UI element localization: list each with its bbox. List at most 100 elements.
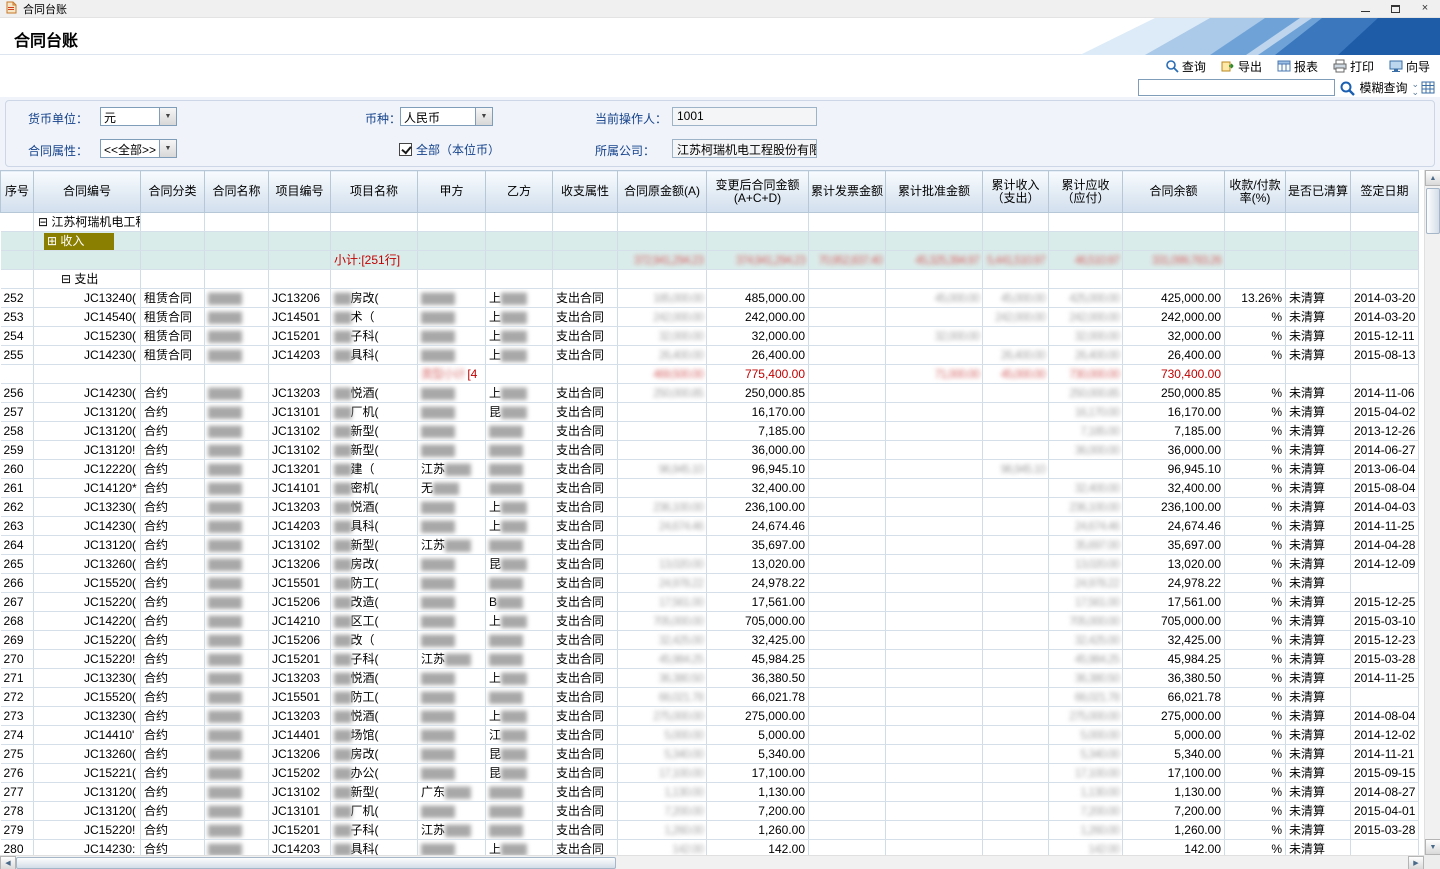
grid-cell[interactable]: ▇▇术（ [331, 308, 418, 327]
grid-cell[interactable] [141, 270, 205, 289]
grid-cell[interactable]: JC13260( [34, 745, 141, 764]
export-button[interactable]: 导出 [1221, 58, 1262, 75]
grid-cell[interactable]: ▇▇▇▇ [418, 764, 486, 783]
grid-cell[interactable] [886, 840, 983, 856]
table-row[interactable]: 265JC13260(合约▇▇▇▇JC13206▇▇房改(▇▇▇▇昆▇▇▇支出合… [1, 555, 1419, 574]
grid-cell[interactable]: ▇▇新型( [331, 536, 418, 555]
grid-cell[interactable] [983, 555, 1049, 574]
grid-cell[interactable]: 45,000.00 [983, 289, 1049, 308]
column-header[interactable]: 项目编号 [269, 171, 331, 213]
grid-cell[interactable]: 2013-06-04 [1351, 460, 1419, 479]
grid-cell[interactable]: % [1225, 707, 1286, 726]
grid-cell[interactable] [269, 232, 331, 251]
grid-cell[interactable]: 730,400.00 [1123, 365, 1225, 384]
grid-cell[interactable]: 支出合同 [553, 783, 618, 802]
grid-cell[interactable]: 合约 [141, 403, 205, 422]
grid-cell[interactable]: ▇▇▇▇ [418, 745, 486, 764]
grid-cell[interactable]: % [1225, 479, 1286, 498]
grid-cell[interactable]: 昆▇▇▇ [486, 745, 553, 764]
grid-cell[interactable] [983, 802, 1049, 821]
grid-cell[interactable] [886, 669, 983, 688]
grid-cell[interactable] [1286, 232, 1351, 251]
scroll-right-button[interactable]: ▶ [1408, 856, 1424, 869]
grid-cell[interactable] [1351, 270, 1419, 289]
grid-cell[interactable]: 24,674.46 [1123, 517, 1225, 536]
operator-field[interactable]: 1001 [672, 107, 817, 126]
grid-cell[interactable]: 昆▇▇▇ [486, 403, 553, 422]
grid-cell[interactable]: ▇▇子科( [331, 821, 418, 840]
grid-cell[interactable]: ▇▇▇▇ [205, 593, 269, 612]
grid-cell[interactable]: 支出合同 [553, 460, 618, 479]
grid-cell[interactable]: % [1225, 840, 1286, 856]
grid-cell[interactable] [1351, 232, 1419, 251]
table-row[interactable]: 253JC14540(租赁合同▇▇▇▇JC14501▇▇术（▇▇▇▇上▇▇▇支出… [1, 308, 1419, 327]
grid-cell[interactable] [983, 745, 1049, 764]
company-field[interactable]: 江苏柯瑞机电工程股份有限 [672, 139, 817, 158]
grid-cell[interactable] [618, 270, 707, 289]
grid-cell[interactable] [983, 479, 1049, 498]
grid-cell[interactable] [1225, 251, 1286, 270]
grid-cell[interactable]: % [1225, 688, 1286, 707]
table-row[interactable]: 小计:[251行]372,941,294.23374,941,294.2370,… [1, 251, 1419, 270]
grid-cell[interactable] [809, 745, 886, 764]
grid-cell[interactable]: 2015-09-15 [1351, 764, 1419, 783]
grid-cell[interactable]: 江苏▇▇▇ [418, 460, 486, 479]
grid-cell[interactable]: 支出合同 [553, 289, 618, 308]
grid-cell[interactable]: 242,000.00 [707, 308, 809, 327]
print-button[interactable]: 打印 [1333, 58, 1374, 75]
grid-cell[interactable]: 1,130.00 [707, 783, 809, 802]
grid-cell[interactable]: JC15201 [269, 821, 331, 840]
grid-cell[interactable] [983, 631, 1049, 650]
grid-cell[interactable]: 260 [1, 460, 34, 479]
grid-cell[interactable]: 合约 [141, 745, 205, 764]
grid-cell[interactable] [886, 745, 983, 764]
grid-cell[interactable] [1123, 213, 1225, 232]
grid-cell[interactable]: 支出合同 [553, 574, 618, 593]
grid-cell[interactable] [886, 555, 983, 574]
grid-cell[interactable]: 26,400.00 [618, 346, 707, 365]
grid-cell[interactable]: ▇▇▇▇ [418, 669, 486, 688]
column-header[interactable]: 变更后合同金额(A+C+D) [707, 171, 809, 213]
grid-cell[interactable]: % [1225, 555, 1286, 574]
grid-cell[interactable]: 5,000.00 [1123, 726, 1225, 745]
grid-cell[interactable]: 253 [1, 308, 34, 327]
grid-cell[interactable]: 未清算 [1286, 764, 1351, 783]
table-row[interactable]: ⊟ 江苏柯瑞机电工程 [1, 213, 1419, 232]
grid-cell[interactable]: ▇▇▇▇ [205, 802, 269, 821]
grid-cell[interactable] [809, 270, 886, 289]
grid-cell[interactable]: JC13206 [269, 289, 331, 308]
grid-cell[interactable]: 262 [1, 498, 34, 517]
grid-cell[interactable] [1286, 213, 1351, 232]
grid-cell[interactable] [1, 251, 34, 270]
grid-cell[interactable]: 未清算 [1286, 650, 1351, 669]
table-row[interactable]: 263JC14230(合约▇▇▇▇JC14203▇▇具科(▇▇▇▇上▇▇▇支出合… [1, 517, 1419, 536]
grid-cell[interactable]: 上▇▇▇ [486, 327, 553, 346]
grid-cell[interactable] [486, 232, 553, 251]
grid-cell[interactable] [809, 232, 886, 251]
grid-cell[interactable]: 未清算 [1286, 308, 1351, 327]
grid-cell[interactable]: 2015-04-02 [1351, 403, 1419, 422]
grid-cell[interactable]: 730,000.00 [1049, 365, 1123, 384]
grid-cell[interactable]: ▇▇▇▇ [418, 612, 486, 631]
grid-cell[interactable]: JC14410' [34, 726, 141, 745]
grid-cell[interactable]: 242,000.00 [618, 308, 707, 327]
grid-cell[interactable] [1, 213, 34, 232]
grid-cell[interactable]: % [1225, 384, 1286, 403]
grid-cell[interactable] [983, 384, 1049, 403]
grid-cell[interactable] [553, 251, 618, 270]
grid-cell[interactable] [553, 270, 618, 289]
grid-cell[interactable] [886, 536, 983, 555]
grid-cell[interactable] [809, 688, 886, 707]
grid-cell[interactable]: 275,000.00 [618, 707, 707, 726]
grid-cell[interactable]: ⊟ 江苏柯瑞机电工程 [34, 213, 141, 232]
grid-cell[interactable]: JC13102 [269, 783, 331, 802]
grid-cell[interactable]: 支出合同 [553, 384, 618, 403]
grid-cell[interactable]: 合约 [141, 840, 205, 856]
grid-cell[interactable]: 17,561.00 [618, 593, 707, 612]
table-row[interactable]: 275JC13260(合约▇▇▇▇JC13206▇▇房改(▇▇▇▇昆▇▇▇支出合… [1, 745, 1419, 764]
grid-cell[interactable]: 7,200.00 [1049, 802, 1123, 821]
grid-cell[interactable]: 36,000.00 [1123, 441, 1225, 460]
column-header[interactable]: 合同编号 [34, 171, 141, 213]
grid-cell[interactable] [1225, 213, 1286, 232]
grid-cell[interactable]: 36,000.00 [1049, 441, 1123, 460]
